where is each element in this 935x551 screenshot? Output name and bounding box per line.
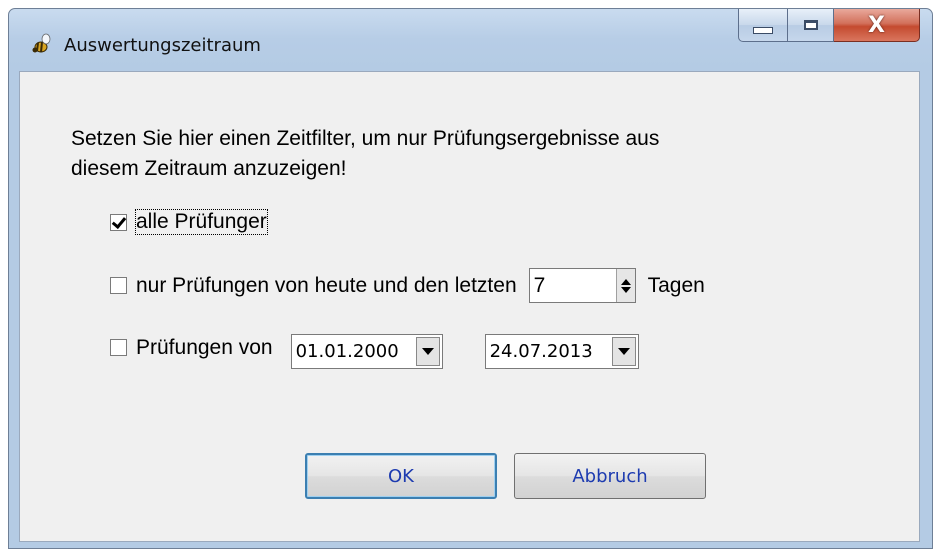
date-from-picker[interactable]: 01.01.2000 <box>290 334 443 369</box>
days-suffix-label: Tagen <box>647 273 705 297</box>
close-icon: X <box>868 12 885 38</box>
ok-button[interactable]: OK <box>305 453 497 499</box>
dialog-client-area: Setzen Sie hier einen Zeitfilter, um nur… <box>19 71 920 542</box>
caption-buttons: X <box>738 9 920 43</box>
date-to-dropdown-icon[interactable] <box>611 337 636 366</box>
date-from-dropdown-icon[interactable] <box>415 337 440 366</box>
instruction-line-2: diesem Zeitraum anzuzeigen! <box>71 157 347 180</box>
spin-down-icon[interactable] <box>620 286 631 293</box>
option-all-label[interactable]: alle Prüfunger <box>135 209 268 235</box>
date-to-picker[interactable]: 24.07.2013 <box>484 334 639 369</box>
spinner-arrows[interactable] <box>615 269 635 302</box>
days-input[interactable]: 7 <box>530 269 616 302</box>
checkbox-recent-tests[interactable] <box>110 277 127 294</box>
minimize-button[interactable] <box>738 9 788 42</box>
option-range-label[interactable]: Prüfungen von <box>136 336 273 360</box>
date-from-value[interactable]: 01.01.2000 <box>292 335 414 368</box>
cancel-button[interactable]: Abbruch <box>514 453 706 499</box>
bee-icon <box>32 33 51 53</box>
dialog-window: Auswertungszeitraum X Setzen Sie hier ei… <box>8 8 933 549</box>
window-title: Auswertungszeitraum <box>64 35 261 56</box>
days-spinner[interactable]: 7 <box>528 268 636 303</box>
maximize-button[interactable] <box>788 9 834 42</box>
option-all-row[interactable]: alle Prüfunger <box>110 209 268 235</box>
option-recent-row[interactable]: nur Prüfungen von heute und den letzten … <box>110 268 705 303</box>
close-button[interactable]: X <box>834 9 920 42</box>
option-recent-label[interactable]: nur Prüfungen von heute und den letzten <box>136 274 517 298</box>
date-to-value[interactable]: 24.07.2013 <box>486 335 610 368</box>
checkbox-date-range[interactable] <box>110 339 127 356</box>
option-range-row[interactable]: Prüfungen von 01.01.2000 24.07.2013 <box>110 334 639 369</box>
spin-up-icon[interactable] <box>620 278 631 285</box>
minimize-icon <box>753 26 773 34</box>
checkbox-all-tests[interactable] <box>110 213 127 231</box>
cancel-button-label: Abbruch <box>572 465 648 487</box>
instruction-text: Setzen Sie hier einen Zeitfilter, um nur… <box>71 124 659 184</box>
title-bar[interactable]: Auswertungszeitraum X <box>9 9 932 71</box>
ok-button-label: OK <box>388 465 414 487</box>
instruction-line-1: Setzen Sie hier einen Zeitfilter, um nur… <box>71 127 660 150</box>
maximize-icon <box>803 20 818 30</box>
